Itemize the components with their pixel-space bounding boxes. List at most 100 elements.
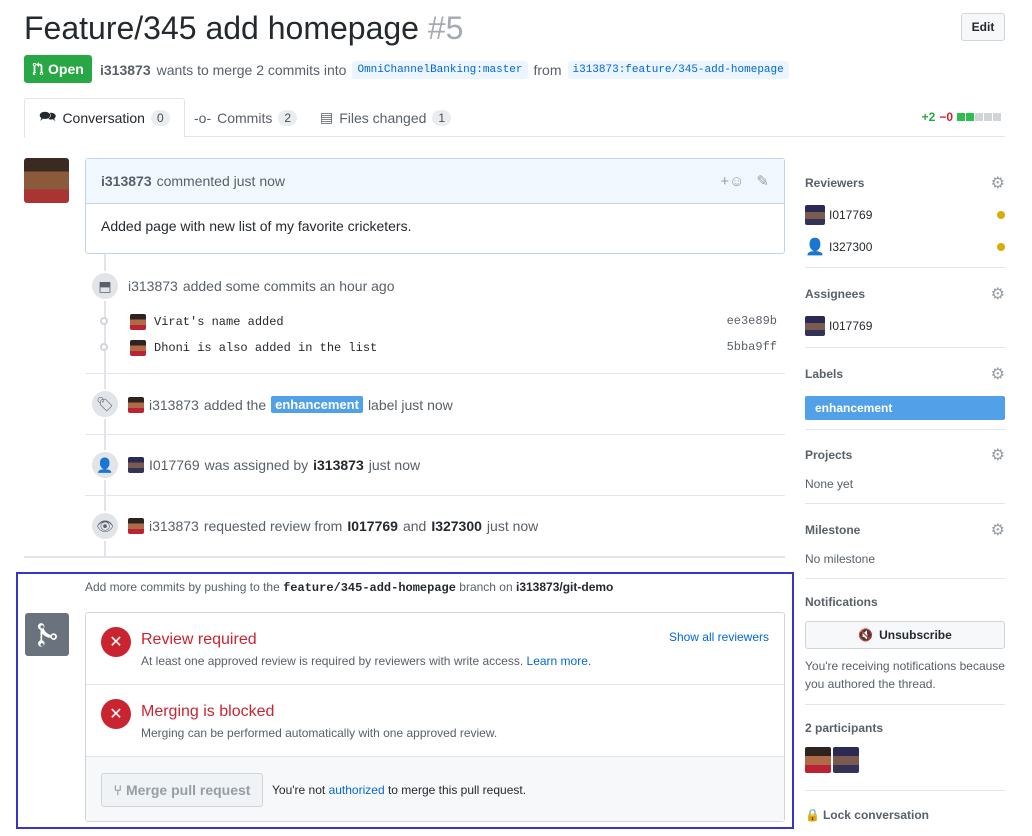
- git-merge-icon: ⑂: [113, 782, 122, 798]
- status-description: At least one approved review is required…: [141, 654, 591, 668]
- state-label: Open: [48, 61, 84, 77]
- sidebar-heading: Labels: [805, 367, 844, 381]
- divider: [85, 434, 785, 435]
- merge-button-label: Merge pull request: [125, 782, 251, 798]
- merge-hint: Add more commits by pushing to the featu…: [85, 580, 613, 595]
- label-chip[interactable]: enhancement: [271, 396, 363, 413]
- unsubscribe-button[interactable]: 🔇 Unsubscribe: [805, 621, 1005, 649]
- event-actor[interactable]: I017769: [149, 457, 200, 473]
- tab-commits[interactable]: -o- Commits 2: [180, 98, 311, 137]
- commit-sha[interactable]: 5bba9ff: [727, 340, 777, 354]
- event-text: added some commits an hour ago: [182, 278, 395, 294]
- tab-label: Commits: [217, 109, 273, 126]
- gear-icon[interactable]: ⚙: [991, 284, 1005, 304]
- event-actor[interactable]: i313873: [149, 518, 199, 534]
- merging-blocked-row: ✕ Merging is blocked Merging can be perf…: [86, 685, 784, 757]
- event-user[interactable]: I017769: [347, 518, 398, 534]
- avatar[interactable]: [833, 747, 859, 773]
- commit-sha[interactable]: ee3e89b: [727, 314, 777, 328]
- commit-message[interactable]: Dhoni is also added in the list: [154, 341, 377, 355]
- state-badge: Open: [24, 55, 92, 83]
- reviewer-name: I327300: [829, 240, 873, 254]
- event-user[interactable]: i313873: [313, 457, 364, 473]
- gear-icon[interactable]: ⚙: [991, 445, 1005, 465]
- from-text: from: [533, 62, 562, 78]
- git-merge-icon: [25, 613, 69, 656]
- merge-pull-request-button[interactable]: ⑂ Merge pull request: [101, 773, 263, 807]
- avatar[interactable]: [130, 314, 146, 330]
- pull-request-icon: [32, 62, 44, 76]
- lock-conversation-link[interactable]: 🔒 Lock conversation: [805, 808, 929, 822]
- tab-conversation[interactable]: 🗪 Conversation 0: [24, 98, 185, 138]
- commit-dot-icon: [100, 343, 108, 351]
- status-description: Merging can be performed automatically w…: [141, 726, 498, 740]
- base-branch[interactable]: OmniChannelBanking:master: [352, 61, 528, 79]
- event-actor[interactable]: i313873: [128, 278, 178, 294]
- avatar[interactable]: [128, 457, 144, 473]
- comment-body: Added page with new list of my favorite …: [101, 218, 412, 234]
- sidebar-heading: Milestone: [805, 523, 861, 537]
- comment-discussion-icon: 🗪: [39, 108, 57, 124]
- tab-files-changed[interactable]: ▤ Files changed 1: [306, 98, 465, 137]
- head-branch[interactable]: i313873:feature/345-add-homepage: [567, 61, 789, 79]
- assignee-name: I017769: [829, 319, 873, 333]
- review-required-row: ✕ Review required Show all reviewers At …: [86, 613, 784, 685]
- add-reaction-icon[interactable]: +☺: [720, 173, 744, 190]
- avatar[interactable]: [24, 158, 69, 203]
- diffstat[interactable]: +2 −0: [922, 110, 1001, 124]
- edit-button[interactable]: Edit: [961, 13, 1005, 41]
- show-reviewers-link[interactable]: Show all reviewers: [669, 630, 769, 644]
- gear-icon[interactable]: ⚙: [991, 173, 1005, 193]
- x-circle-icon: ✕: [101, 699, 131, 729]
- learn-more-link[interactable]: Learn more.: [527, 654, 592, 668]
- diffstat-blocks: [957, 113, 1001, 121]
- merge-status-box: ✕ Review required Show all reviewers At …: [85, 612, 785, 822]
- reviewer-item[interactable]: I017769: [805, 205, 1005, 225]
- gear-icon[interactable]: ⚙: [991, 364, 1005, 384]
- sidebar-heading: Assignees: [805, 287, 866, 301]
- merge-footer: ⑂ Merge pull request You're not authoriz…: [86, 757, 784, 821]
- sidebar-participants: 2 participants: [805, 721, 1005, 791]
- file-diff-icon: ▤: [320, 109, 334, 125]
- avatar: [805, 205, 825, 225]
- unsubscribe-label: Unsubscribe: [879, 628, 952, 642]
- pr-number: #5: [427, 10, 464, 46]
- repo-push-icon: ⬒: [90, 271, 120, 301]
- avatar[interactable]: [128, 518, 144, 534]
- avatar[interactable]: [805, 747, 831, 773]
- reviewer-item[interactable]: 👤 I327300: [805, 237, 1005, 257]
- pr-title-text: Feature/345 add homepage: [24, 10, 419, 46]
- divider: [85, 495, 785, 496]
- event-text: was assigned by: [204, 457, 309, 473]
- event-actor[interactable]: i313873: [149, 397, 199, 413]
- event-user[interactable]: I327300: [431, 518, 482, 534]
- hint-repo[interactable]: i313873/git-demo: [516, 580, 613, 594]
- review-request-event: i313873 requested review from I017769 an…: [128, 518, 538, 534]
- avatar[interactable]: [128, 396, 144, 413]
- author-link[interactable]: i313873: [100, 62, 151, 78]
- note-text: You're not: [272, 783, 326, 797]
- hint-branch: feature/345-add-homepage: [283, 581, 456, 595]
- commit-message[interactable]: Virat's name added: [154, 315, 284, 329]
- commit-row: Virat's name added: [130, 314, 284, 330]
- comment-author[interactable]: i313873: [101, 173, 152, 189]
- gear-icon[interactable]: ⚙: [991, 520, 1005, 540]
- person-icon: 👤: [90, 450, 120, 480]
- status-title: Review required: [141, 631, 257, 648]
- avatar: [805, 316, 825, 336]
- hint-text: Add more commits by pushing to the: [85, 580, 280, 594]
- divider: [85, 373, 785, 374]
- pr-meta: i313873 wants to merge 2 commits into Om…: [100, 61, 789, 79]
- pencil-icon[interactable]: ✎: [756, 172, 769, 190]
- pr-title: Feature/345 add homepage #5: [24, 10, 463, 47]
- tag-icon: 🏷: [90, 389, 120, 419]
- authorized-link[interactable]: authorized: [329, 783, 385, 797]
- comment-time: commented just now: [156, 173, 286, 189]
- event-text: requested review from: [203, 518, 343, 534]
- event-text: and: [402, 518, 427, 534]
- label-chip[interactable]: enhancement: [805, 396, 1005, 420]
- pending-review-indicator: [997, 211, 1005, 219]
- assignee-item[interactable]: I017769: [805, 316, 1005, 336]
- avatar[interactable]: [130, 340, 146, 356]
- comment-header: i313873 commented just now +☺ ✎: [86, 159, 784, 204]
